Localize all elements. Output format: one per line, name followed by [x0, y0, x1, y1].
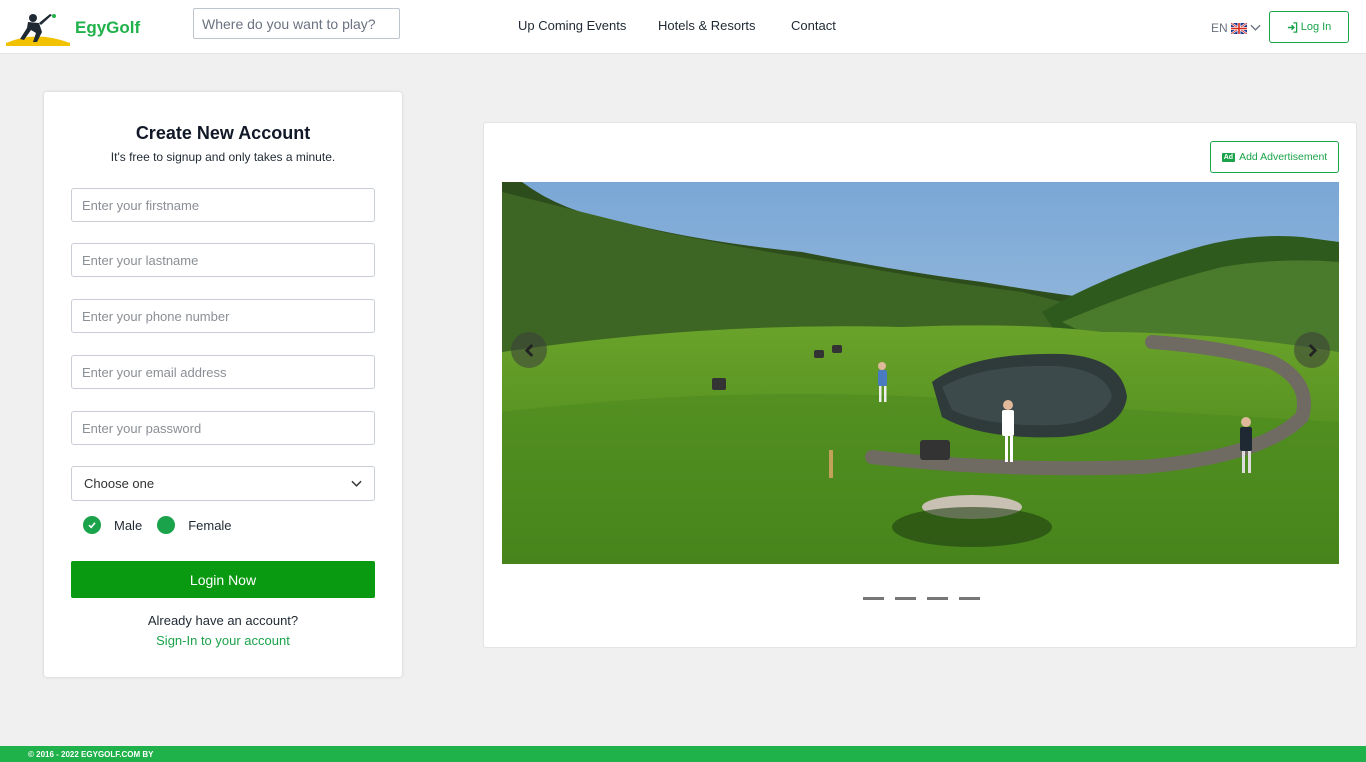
golf-course-photo [502, 182, 1339, 564]
category-select[interactable]: Choose one [71, 466, 375, 501]
footer: © 2016 - 2022 EGYGOLF.COM BY [0, 746, 1366, 762]
login-button[interactable]: Log In [1269, 11, 1349, 43]
carousel-indicator-1[interactable] [863, 597, 884, 600]
carousel-indicator-4[interactable] [959, 597, 980, 600]
search-input[interactable] [193, 8, 400, 39]
chevron-down-icon [351, 480, 362, 487]
signup-card: Create New Account It's free to signup a… [44, 92, 402, 677]
ad-icon: Ad [1221, 152, 1236, 162]
lastname-field[interactable] [71, 243, 375, 277]
already-account-text: Already have an account? [147, 613, 299, 628]
copyright-text: © 2016 - 2022 EGYGOLF.COM BY [28, 750, 154, 759]
chevron-right-icon [1308, 343, 1317, 357]
language-code: EN [1211, 21, 1228, 35]
male-radio[interactable] [83, 516, 101, 534]
brand-name: EgyGolf [75, 18, 141, 37]
check-icon [88, 522, 96, 529]
female-label[interactable]: Female [188, 518, 231, 533]
carousel-indicators [863, 597, 980, 600]
login-button-label: Log In [1300, 21, 1332, 33]
password-field[interactable] [71, 411, 375, 445]
carousel-indicator-3[interactable] [927, 597, 948, 600]
gender-radio-group: Male Female [83, 516, 232, 534]
carousel-indicator-2[interactable] [895, 597, 916, 600]
female-radio[interactable] [157, 516, 176, 534]
signup-subtitle: It's free to signup and only takes a min… [110, 150, 336, 164]
nav-hotels-resorts[interactable]: Hotels & Resorts [658, 18, 756, 33]
signin-link[interactable]: Sign-In to your account [44, 633, 402, 648]
phone-field[interactable] [71, 299, 375, 333]
email-field[interactable] [71, 355, 375, 389]
chevron-left-icon [524, 343, 533, 357]
nav-upcoming-events[interactable]: Up Coming Events [518, 18, 626, 33]
add-advertisement-button[interactable]: Ad Add Advertisement [1210, 141, 1339, 173]
language-switcher[interactable]: EN [1211, 21, 1261, 35]
male-label[interactable]: Male [114, 518, 142, 533]
advertisement-panel: Ad Add Advertisement [483, 122, 1357, 648]
chevron-down-icon [1250, 24, 1261, 31]
uk-flag-icon [1230, 22, 1247, 34]
select-value: Choose one [84, 476, 155, 491]
firstname-field[interactable] [71, 188, 375, 222]
signup-title: Create New Account [135, 123, 311, 143]
sign-in-icon [1287, 21, 1297, 33]
carousel-prev-button[interactable] [511, 332, 547, 368]
carousel-next-button[interactable] [1294, 332, 1330, 368]
brand-logo[interactable]: EgyGolf [6, 10, 140, 46]
add-advertisement-label: Add Advertisement [1239, 151, 1328, 163]
nav-contact[interactable]: Contact [791, 18, 836, 33]
carousel-slide[interactable] [502, 182, 1339, 564]
golfer-logo-icon [6, 14, 70, 46]
login-now-button[interactable]: Login Now [71, 561, 375, 598]
top-navbar: EgyGolf Up Coming Events Hotels & Resort… [0, 0, 1366, 54]
